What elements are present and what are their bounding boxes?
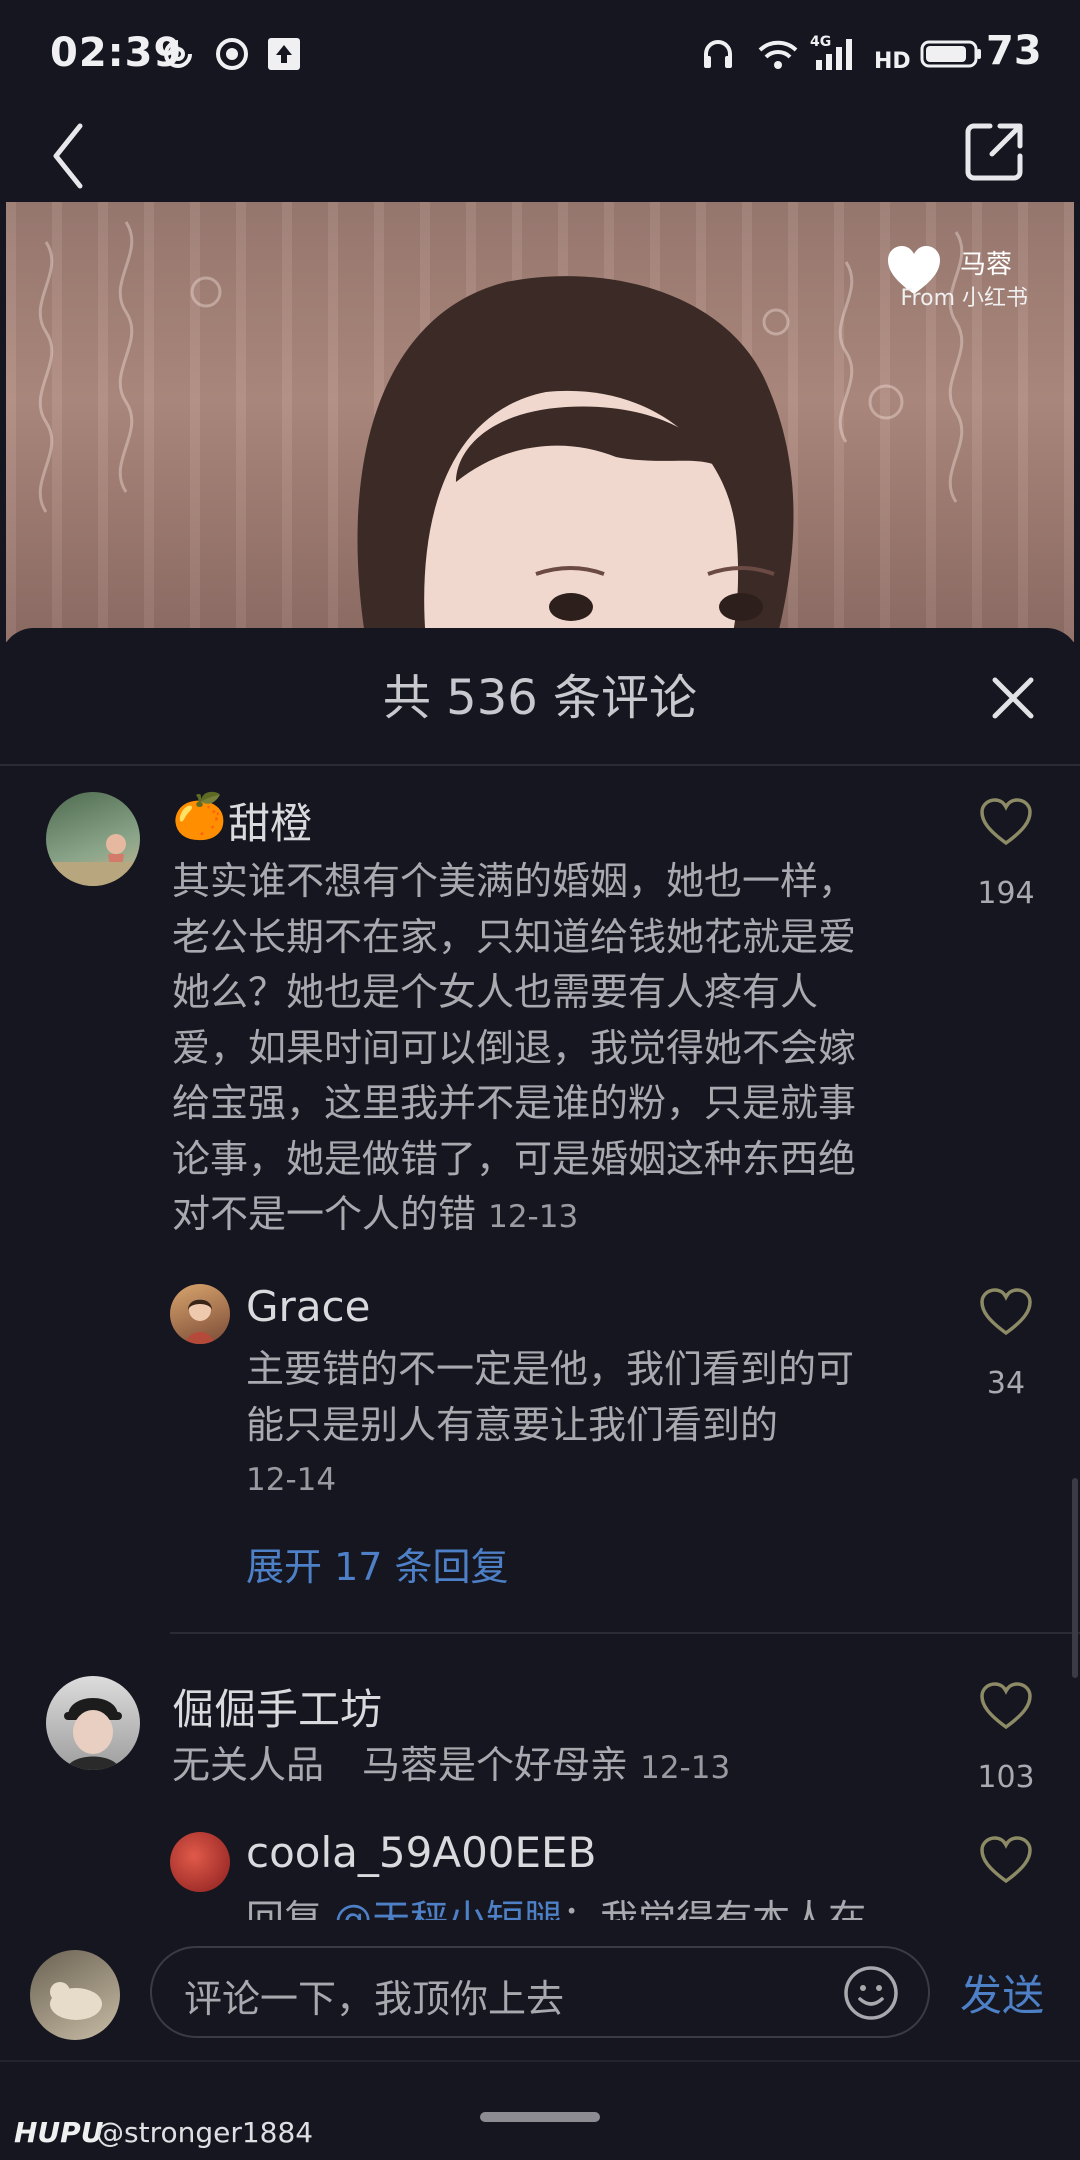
comment-text: 其实谁不想有个美满的婚姻，她也一样， 老公长期不在家，只知道给钱她花就是爱 她么… bbox=[172, 854, 952, 1246]
smiley-icon[interactable] bbox=[842, 1964, 900, 2022]
reply-text-clip: 回复 @天秤小短腿：我觉得有本人在 bbox=[246, 1896, 946, 1920]
hd-voice-icon: HD bbox=[874, 49, 911, 72]
comment-text-line: 老公长期不在家，只知道给钱她花就是爱 bbox=[172, 914, 857, 959]
comments-count-title: 共 536 条评论 bbox=[382, 670, 698, 726]
like-heart-icon[interactable] bbox=[978, 1680, 1034, 1732]
share-external-icon[interactable] bbox=[964, 120, 1026, 182]
video-player[interactable]: 马蓉 From 小红书 bbox=[6, 202, 1074, 642]
reply-username[interactable]: Grace bbox=[246, 1282, 370, 1331]
comment-date: 12-13 bbox=[488, 1199, 579, 1235]
system-bottom-bar: HUPU @stronger1884 bbox=[0, 2060, 1080, 2160]
watermark-name: 马蓉 bbox=[959, 250, 1012, 280]
reply-avatar[interactable] bbox=[170, 1284, 230, 1344]
swirl-notification-icon bbox=[164, 40, 192, 68]
watermark-user: @stronger1884 bbox=[96, 2116, 314, 2149]
comment-text-line: 爱，如果时间可以倒退，我觉得她不会嫁 bbox=[172, 1025, 857, 1070]
like-count: 103 bbox=[977, 1760, 1035, 1795]
record-notification-icon bbox=[216, 38, 248, 70]
svg-text:HD: HD bbox=[874, 49, 911, 72]
reply-text: 主要错的不一定是他，我们看到的可 能只是别人有意要让我们看到的 12-14 bbox=[246, 1342, 946, 1509]
send-button[interactable]: 发送 bbox=[960, 1962, 1044, 2023]
close-icon[interactable] bbox=[985, 670, 1041, 726]
upload-notification-icon bbox=[268, 38, 300, 70]
battery-icon bbox=[920, 40, 981, 68]
watermark-source: From 小红书 bbox=[900, 286, 1029, 311]
comment-username[interactable]: 倔倔手工坊 bbox=[172, 1676, 382, 1737]
comment-input-bar: 评论一下，我顶你上去 发送 bbox=[0, 1922, 1080, 2060]
comment-text-line: 论事，她是做错了，可是婚姻这种东西绝 bbox=[172, 1136, 857, 1181]
reply-prefix: 回复 bbox=[246, 1897, 335, 1920]
like-heart-icon[interactable] bbox=[978, 1834, 1034, 1886]
avatar-image bbox=[50, 1982, 102, 2020]
comment-text-last-line: 对不是一个人的错 bbox=[172, 1192, 477, 1236]
reply-mention-link[interactable]: @天秤小短腿 bbox=[334, 1897, 562, 1920]
comment-text: 无关人品 马蓉是个好母亲 12-13 bbox=[172, 1738, 952, 1797]
like-heart-icon[interactable] bbox=[978, 1286, 1034, 1338]
home-indicator[interactable] bbox=[480, 2112, 600, 2122]
like-count: 194 bbox=[977, 876, 1035, 911]
reply-text-line: 主要错的不一定是他，我们看到的可 bbox=[246, 1347, 855, 1391]
username-emoji: 🍊 bbox=[172, 791, 227, 842]
expand-replies-link[interactable]: 展开 17 条回复 bbox=[246, 1536, 509, 1591]
comment-input-placeholder: 评论一下，我顶你上去 bbox=[184, 1977, 565, 2021]
my-avatar[interactable] bbox=[30, 1950, 120, 2040]
reply-username[interactable]: coola_59A00EEB bbox=[246, 1828, 596, 1877]
comment-text-line: 她么？她也是个女人也需要有人疼有人 bbox=[172, 970, 819, 1014]
signal-bars-icon bbox=[816, 39, 852, 70]
comment-divider bbox=[170, 1632, 1080, 1634]
back-chevron-icon[interactable] bbox=[48, 120, 88, 192]
avatar[interactable] bbox=[46, 1676, 140, 1770]
avatar-image bbox=[64, 1698, 122, 1770]
battery-level: 73 bbox=[986, 28, 1042, 74]
comment-text-line: 无关人品 马蓉是个好母亲 bbox=[172, 1743, 629, 1787]
avatar[interactable] bbox=[46, 792, 140, 886]
comment-input[interactable]: 评论一下，我顶你上去 bbox=[150, 1946, 930, 2038]
reply-avatar[interactable] bbox=[170, 1832, 230, 1892]
watermark-brand: HUPU bbox=[14, 2116, 104, 2149]
comment-username[interactable]: 甜橙 bbox=[228, 790, 312, 851]
like-heart-icon[interactable] bbox=[978, 796, 1034, 848]
headphones-icon bbox=[704, 40, 732, 68]
reply-text-body: ：我觉得有本人在 bbox=[562, 1897, 867, 1920]
comment-text-line: 给宝强，这里我并不是谁的粉，只是就事 bbox=[172, 1081, 857, 1125]
comment-text-line: 对不是一个人的错 12-13 bbox=[172, 1187, 952, 1246]
comment-date: 12-13 bbox=[640, 1750, 731, 1786]
reply-text-line: 能只是别人有意要让我们看到的 bbox=[246, 1402, 779, 1447]
status-bar: 02:39 4G HD 73 bbox=[0, 0, 1080, 110]
avatar-image bbox=[186, 1299, 214, 1344]
top-nav-bar bbox=[0, 110, 1080, 202]
reply-text: 回复 @天秤小短腿：我觉得有本人在 bbox=[246, 1896, 946, 1920]
scrollbar[interactable] bbox=[1072, 1478, 1078, 1678]
reply-date: 12-14 bbox=[246, 1462, 337, 1498]
sheet-divider bbox=[0, 764, 1080, 766]
comment-text-line: 其实谁不想有个美满的婚姻，她也一样， bbox=[172, 859, 857, 903]
like-count: 34 bbox=[986, 1366, 1026, 1401]
wifi-icon bbox=[758, 40, 798, 69]
avatar-image bbox=[46, 834, 140, 886]
